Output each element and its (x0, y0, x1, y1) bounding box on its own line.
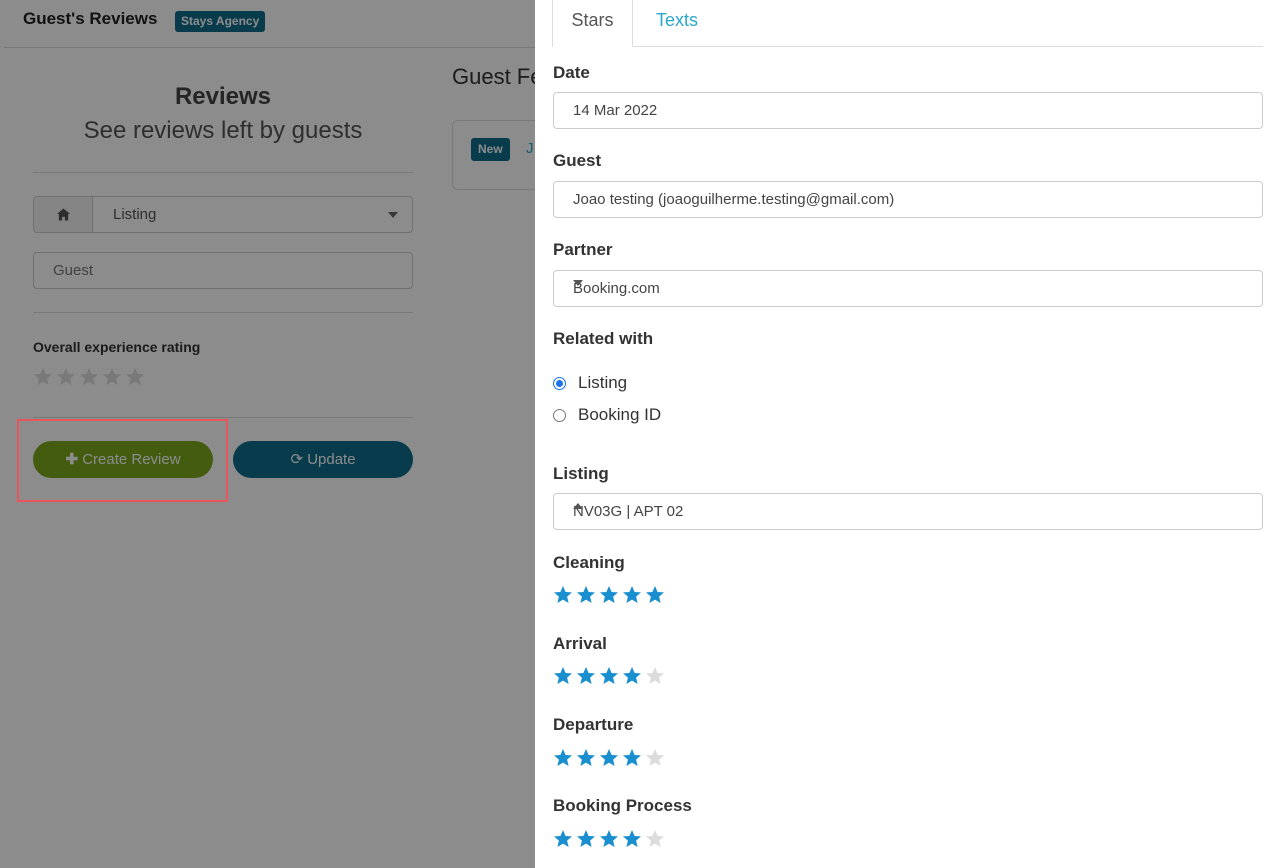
star-filled-icon[interactable] (622, 829, 642, 849)
listing-value: NV03G | APT 02 (573, 503, 684, 520)
star-filled-icon[interactable] (553, 829, 573, 849)
guest-field[interactable]: Joao testing (joaoguilherme.testing@gmai… (553, 181, 1263, 218)
radio-listing-button[interactable] (553, 376, 566, 390)
radio-listing[interactable]: Listing (553, 373, 627, 393)
chevron-down-icon (573, 280, 583, 286)
partner-label: Partner (553, 240, 613, 259)
star-filled-icon[interactable] (599, 748, 619, 768)
guest-value: Joao testing (joaoguilherme.testing@gmai… (573, 191, 895, 208)
partner-select[interactable]: Booking.com (553, 270, 1263, 307)
star-filled-icon[interactable] (622, 666, 642, 686)
star-filled-icon[interactable] (599, 829, 619, 849)
star-filled-icon[interactable] (622, 585, 642, 605)
star-filled-icon[interactable] (599, 666, 619, 686)
departure-label: Departure (553, 715, 634, 734)
star-filled-icon[interactable] (576, 666, 596, 686)
panel-tabs: Stars Texts (552, 0, 1263, 47)
star-empty-icon[interactable] (645, 829, 665, 849)
date-label: Date (553, 63, 590, 82)
cleaning-label: Cleaning (553, 553, 625, 572)
partner-value: Booking.com (573, 280, 660, 297)
arrival-stars[interactable] (553, 666, 665, 686)
star-empty-icon[interactable] (645, 748, 665, 768)
radio-listing-label: Listing (578, 373, 628, 392)
star-filled-icon[interactable] (576, 829, 596, 849)
star-filled-icon[interactable] (599, 585, 619, 605)
radio-booking-id[interactable]: Booking ID (553, 405, 661, 425)
date-field[interactable]: 14 Mar 2022 (553, 92, 1263, 129)
star-filled-icon[interactable] (622, 748, 642, 768)
listing-select[interactable]: NV03G | APT 02 (553, 493, 1263, 530)
star-filled-icon[interactable] (553, 748, 573, 768)
booking-process-label: Booking Process (553, 796, 692, 815)
date-value: 14 Mar 2022 (573, 102, 658, 119)
star-empty-icon[interactable] (645, 666, 665, 686)
create-review-panel: Stars Texts Date 14 Mar 2022 Guest Joao … (535, 0, 1273, 868)
chevron-up-icon (573, 503, 583, 509)
radio-booking-id-button[interactable] (553, 408, 566, 422)
related-with-label: Related with (553, 329, 654, 348)
star-filled-icon[interactable] (576, 585, 596, 605)
radio-booking-id-label: Booking ID (578, 405, 662, 424)
tab-texts[interactable]: Texts (656, 0, 698, 46)
listing-label: Listing (553, 464, 609, 483)
star-filled-icon[interactable] (576, 748, 596, 768)
departure-stars[interactable] (553, 748, 665, 768)
arrival-label: Arrival (553, 634, 607, 653)
cleaning-stars[interactable] (553, 585, 665, 605)
booking-process-stars[interactable] (553, 829, 665, 849)
guest-label: Guest (553, 151, 602, 170)
star-filled-icon[interactable] (553, 666, 573, 686)
star-filled-icon[interactable] (645, 585, 665, 605)
star-filled-icon[interactable] (553, 585, 573, 605)
tab-stars[interactable]: Stars (552, 0, 633, 47)
highlight-annotation (17, 419, 228, 502)
